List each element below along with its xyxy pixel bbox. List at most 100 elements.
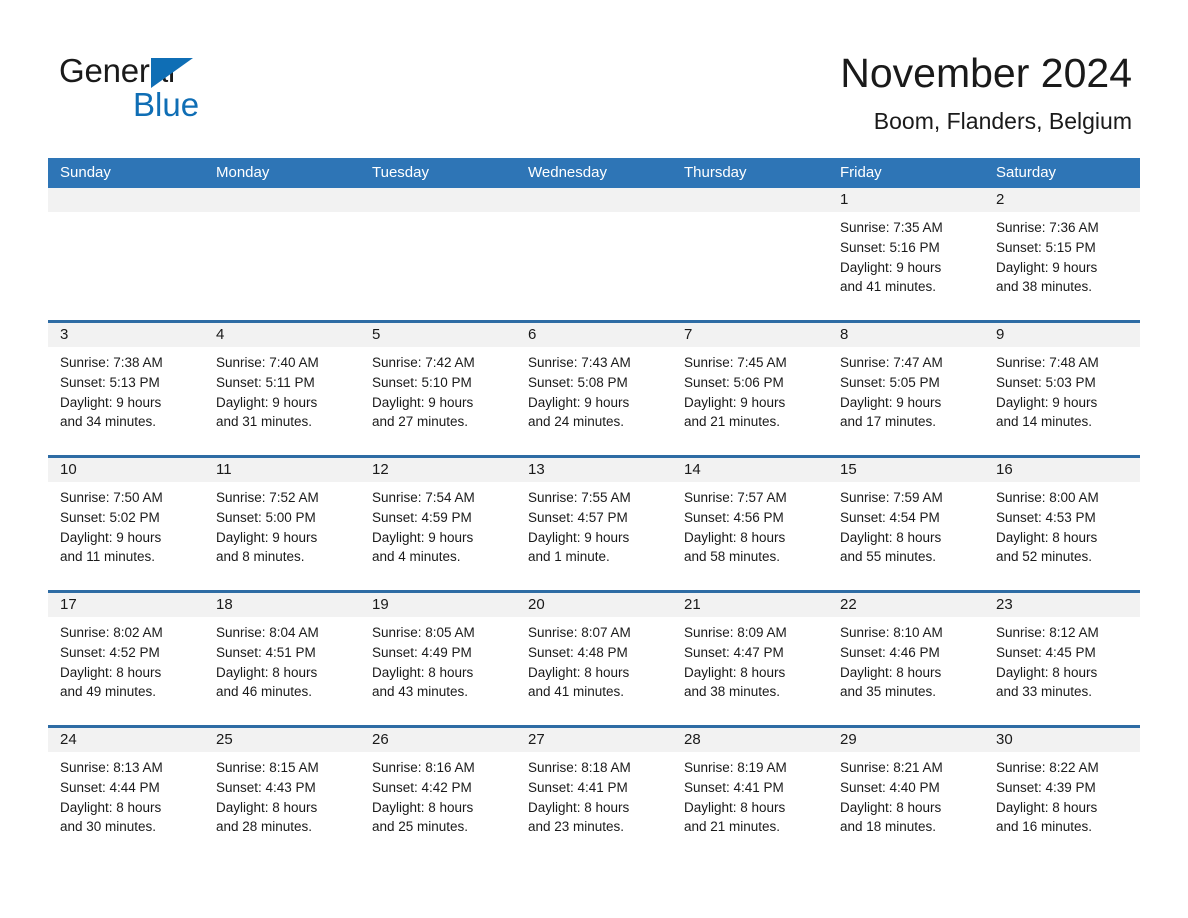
day-number-band: 3 <box>48 323 204 347</box>
sunset-text: Sunset: 5:16 PM <box>840 239 940 255</box>
daylight-text-line1: Daylight: 8 hours <box>528 664 630 680</box>
daylight-text-line2: and 23 minutes. <box>528 819 625 835</box>
title-block: November 2024 Boom, Flanders, Belgium <box>840 48 1132 135</box>
daylight-text-line2: and 31 minutes. <box>216 414 313 430</box>
sunset-text: Sunset: 4:41 PM <box>528 779 628 795</box>
day-number: 17 <box>60 596 77 613</box>
day-details: Sunrise: 8:16 AM Sunset: 4:42 PM Daylight:… <box>360 752 516 837</box>
calendar-day-cell[interactable]: 15 Sunrise: 7:59 AM Sunset: 4:54 PM Dayligh… <box>828 458 984 590</box>
daylight-text-line1: Daylight: 8 hours <box>60 664 162 680</box>
day-number-band <box>48 188 204 212</box>
daylight-text-line1: Daylight: 8 hours <box>996 664 1098 680</box>
day-details: Sunrise: 7:36 AM Sunset: 5:15 PM Daylight:… <box>984 212 1140 297</box>
sunrise-text: Sunrise: 7:57 AM <box>684 490 787 505</box>
day-details: Sunrise: 8:07 AM Sunset: 4:48 PM Daylight:… <box>516 617 672 702</box>
day-number: 10 <box>60 461 77 478</box>
day-number: 4 <box>216 326 225 343</box>
day-number-band: 2 <box>984 188 1140 212</box>
calendar-day-cell[interactable]: 19 Sunrise: 8:05 AM Sunset: 4:49 PM Dayligh… <box>360 593 516 725</box>
day-number-band: 22 <box>828 593 984 617</box>
calendar-day-cell[interactable]: 23 Sunrise: 8:12 AM Sunset: 4:45 PM Dayligh… <box>984 593 1140 725</box>
calendar-day-cell[interactable]: 26 Sunrise: 8:16 AM Sunset: 4:42 PM Dayligh… <box>360 728 516 860</box>
calendar-day-cell[interactable]: 12 Sunrise: 7:54 AM Sunset: 4:59 PM Dayligh… <box>360 458 516 590</box>
weekday-header-friday: Friday <box>840 164 882 181</box>
calendar-day-cell[interactable]: 22 Sunrise: 8:10 AM Sunset: 4:46 PM Dayligh… <box>828 593 984 725</box>
calendar-day-cell-empty <box>48 188 204 320</box>
calendar-day-cell[interactable]: 29 Sunrise: 8:21 AM Sunset: 4:40 PM Dayligh… <box>828 728 984 860</box>
calendar-day-cell[interactable]: 28 Sunrise: 8:19 AM Sunset: 4:41 PM Dayligh… <box>672 728 828 860</box>
day-number: 7 <box>684 326 693 343</box>
day-details: Sunrise: 7:57 AM Sunset: 4:56 PM Daylight:… <box>672 482 828 567</box>
day-number: 30 <box>996 731 1013 748</box>
day-number-band: 18 <box>204 593 360 617</box>
sunrise-text: Sunrise: 8:10 AM <box>840 625 943 640</box>
sunrise-text: Sunrise: 8:00 AM <box>996 490 1099 505</box>
day-number-band: 10 <box>48 458 204 482</box>
daylight-text-line1: Daylight: 9 hours <box>60 394 162 410</box>
day-number-band <box>516 188 672 212</box>
calendar-day-cell[interactable]: 24 Sunrise: 8:13 AM Sunset: 4:44 PM Dayligh… <box>48 728 204 860</box>
day-details: Sunrise: 8:15 AM Sunset: 4:43 PM Daylight:… <box>204 752 360 837</box>
calendar-day-cell[interactable]: 5 Sunrise: 7:42 AM Sunset: 5:10 PM Daylight… <box>360 323 516 455</box>
generalblue-logo[interactable]: General Blue <box>59 52 379 136</box>
calendar-day-cell[interactable]: 27 Sunrise: 8:18 AM Sunset: 4:41 PM Dayligh… <box>516 728 672 860</box>
daylight-text-line2: and 24 minutes. <box>528 414 625 430</box>
page-header: General Blue November 2024 Boom, Flander… <box>0 0 1188 158</box>
daylight-text-line2: and 41 minutes. <box>528 684 625 700</box>
sunset-text: Sunset: 5:02 PM <box>60 509 160 525</box>
day-number: 15 <box>840 461 857 478</box>
calendar-day-cell[interactable]: 3 Sunrise: 7:38 AM Sunset: 5:13 PM Daylight… <box>48 323 204 455</box>
day-number-band: 15 <box>828 458 984 482</box>
calendar-day-cell[interactable]: 8 Sunrise: 7:47 AM Sunset: 5:05 PM Daylight… <box>828 323 984 455</box>
day-details <box>672 212 828 218</box>
day-number-band: 30 <box>984 728 1140 752</box>
sunset-text: Sunset: 4:48 PM <box>528 644 628 660</box>
calendar-day-cell[interactable]: 2 Sunrise: 7:36 AM Sunset: 5:15 PM Daylight… <box>984 188 1140 320</box>
sunrise-text: Sunrise: 7:36 AM <box>996 220 1099 235</box>
calendar-day-cell[interactable]: 9 Sunrise: 7:48 AM Sunset: 5:03 PM Daylight… <box>984 323 1140 455</box>
calendar-page: General Blue November 2024 Boom, Flander… <box>0 0 1188 918</box>
sunrise-text: Sunrise: 7:52 AM <box>216 490 319 505</box>
calendar-day-cell[interactable]: 18 Sunrise: 8:04 AM Sunset: 4:51 PM Dayligh… <box>204 593 360 725</box>
day-number: 23 <box>996 596 1013 613</box>
day-number-band: 27 <box>516 728 672 752</box>
day-details: Sunrise: 8:04 AM Sunset: 4:51 PM Daylight:… <box>204 617 360 702</box>
daylight-text-line1: Daylight: 9 hours <box>996 259 1098 275</box>
day-number-band: 16 <box>984 458 1140 482</box>
day-number-band: 4 <box>204 323 360 347</box>
sunrise-text: Sunrise: 7:50 AM <box>60 490 163 505</box>
daylight-text-line1: Daylight: 8 hours <box>684 664 786 680</box>
calendar-day-cell[interactable]: 7 Sunrise: 7:45 AM Sunset: 5:06 PM Daylight… <box>672 323 828 455</box>
day-number-band <box>204 188 360 212</box>
calendar-day-cell[interactable]: 10 Sunrise: 7:50 AM Sunset: 5:02 PM Dayligh… <box>48 458 204 590</box>
daylight-text-line2: and 4 minutes. <box>372 549 461 565</box>
calendar-week-row: 1 Sunrise: 7:35 AM Sunset: 5:16 PM Daylight… <box>48 188 1140 320</box>
calendar-day-cell[interactable]: 17 Sunrise: 8:02 AM Sunset: 4:52 PM Dayligh… <box>48 593 204 725</box>
calendar-day-cell[interactable]: 21 Sunrise: 8:09 AM Sunset: 4:47 PM Dayligh… <box>672 593 828 725</box>
calendar-day-cell[interactable]: 13 Sunrise: 7:55 AM Sunset: 4:57 PM Dayligh… <box>516 458 672 590</box>
calendar-day-cell[interactable]: 4 Sunrise: 7:40 AM Sunset: 5:11 PM Daylight… <box>204 323 360 455</box>
calendar-day-cell[interactable]: 6 Sunrise: 7:43 AM Sunset: 5:08 PM Daylight… <box>516 323 672 455</box>
day-details: Sunrise: 7:50 AM Sunset: 5:02 PM Daylight:… <box>48 482 204 567</box>
daylight-text-line2: and 52 minutes. <box>996 549 1093 565</box>
calendar-day-cell[interactable]: 11 Sunrise: 7:52 AM Sunset: 5:00 PM Dayligh… <box>204 458 360 590</box>
day-details <box>360 212 516 218</box>
calendar-day-cell[interactable]: 14 Sunrise: 7:57 AM Sunset: 4:56 PM Dayligh… <box>672 458 828 590</box>
calendar-day-cell[interactable]: 16 Sunrise: 8:00 AM Sunset: 4:53 PM Dayligh… <box>984 458 1140 590</box>
calendar-day-cell[interactable]: 30 Sunrise: 8:22 AM Sunset: 4:39 PM Dayligh… <box>984 728 1140 860</box>
calendar-day-cell-empty <box>360 188 516 320</box>
day-number: 14 <box>684 461 701 478</box>
calendar-day-cell[interactable]: 25 Sunrise: 8:15 AM Sunset: 4:43 PM Dayligh… <box>204 728 360 860</box>
calendar-day-cell[interactable]: 1 Sunrise: 7:35 AM Sunset: 5:16 PM Daylight… <box>828 188 984 320</box>
sunset-text: Sunset: 5:10 PM <box>372 374 472 390</box>
sunrise-text: Sunrise: 7:54 AM <box>372 490 475 505</box>
day-number: 6 <box>528 326 537 343</box>
day-details: Sunrise: 8:10 AM Sunset: 4:46 PM Daylight:… <box>828 617 984 702</box>
daylight-text-line1: Daylight: 8 hours <box>840 799 942 815</box>
day-number-band: 7 <box>672 323 828 347</box>
day-number: 2 <box>996 191 1005 208</box>
day-number-band: 21 <box>672 593 828 617</box>
calendar-day-cell[interactable]: 20 Sunrise: 8:07 AM Sunset: 4:48 PM Dayligh… <box>516 593 672 725</box>
day-number-band <box>672 188 828 212</box>
day-details <box>516 212 672 218</box>
